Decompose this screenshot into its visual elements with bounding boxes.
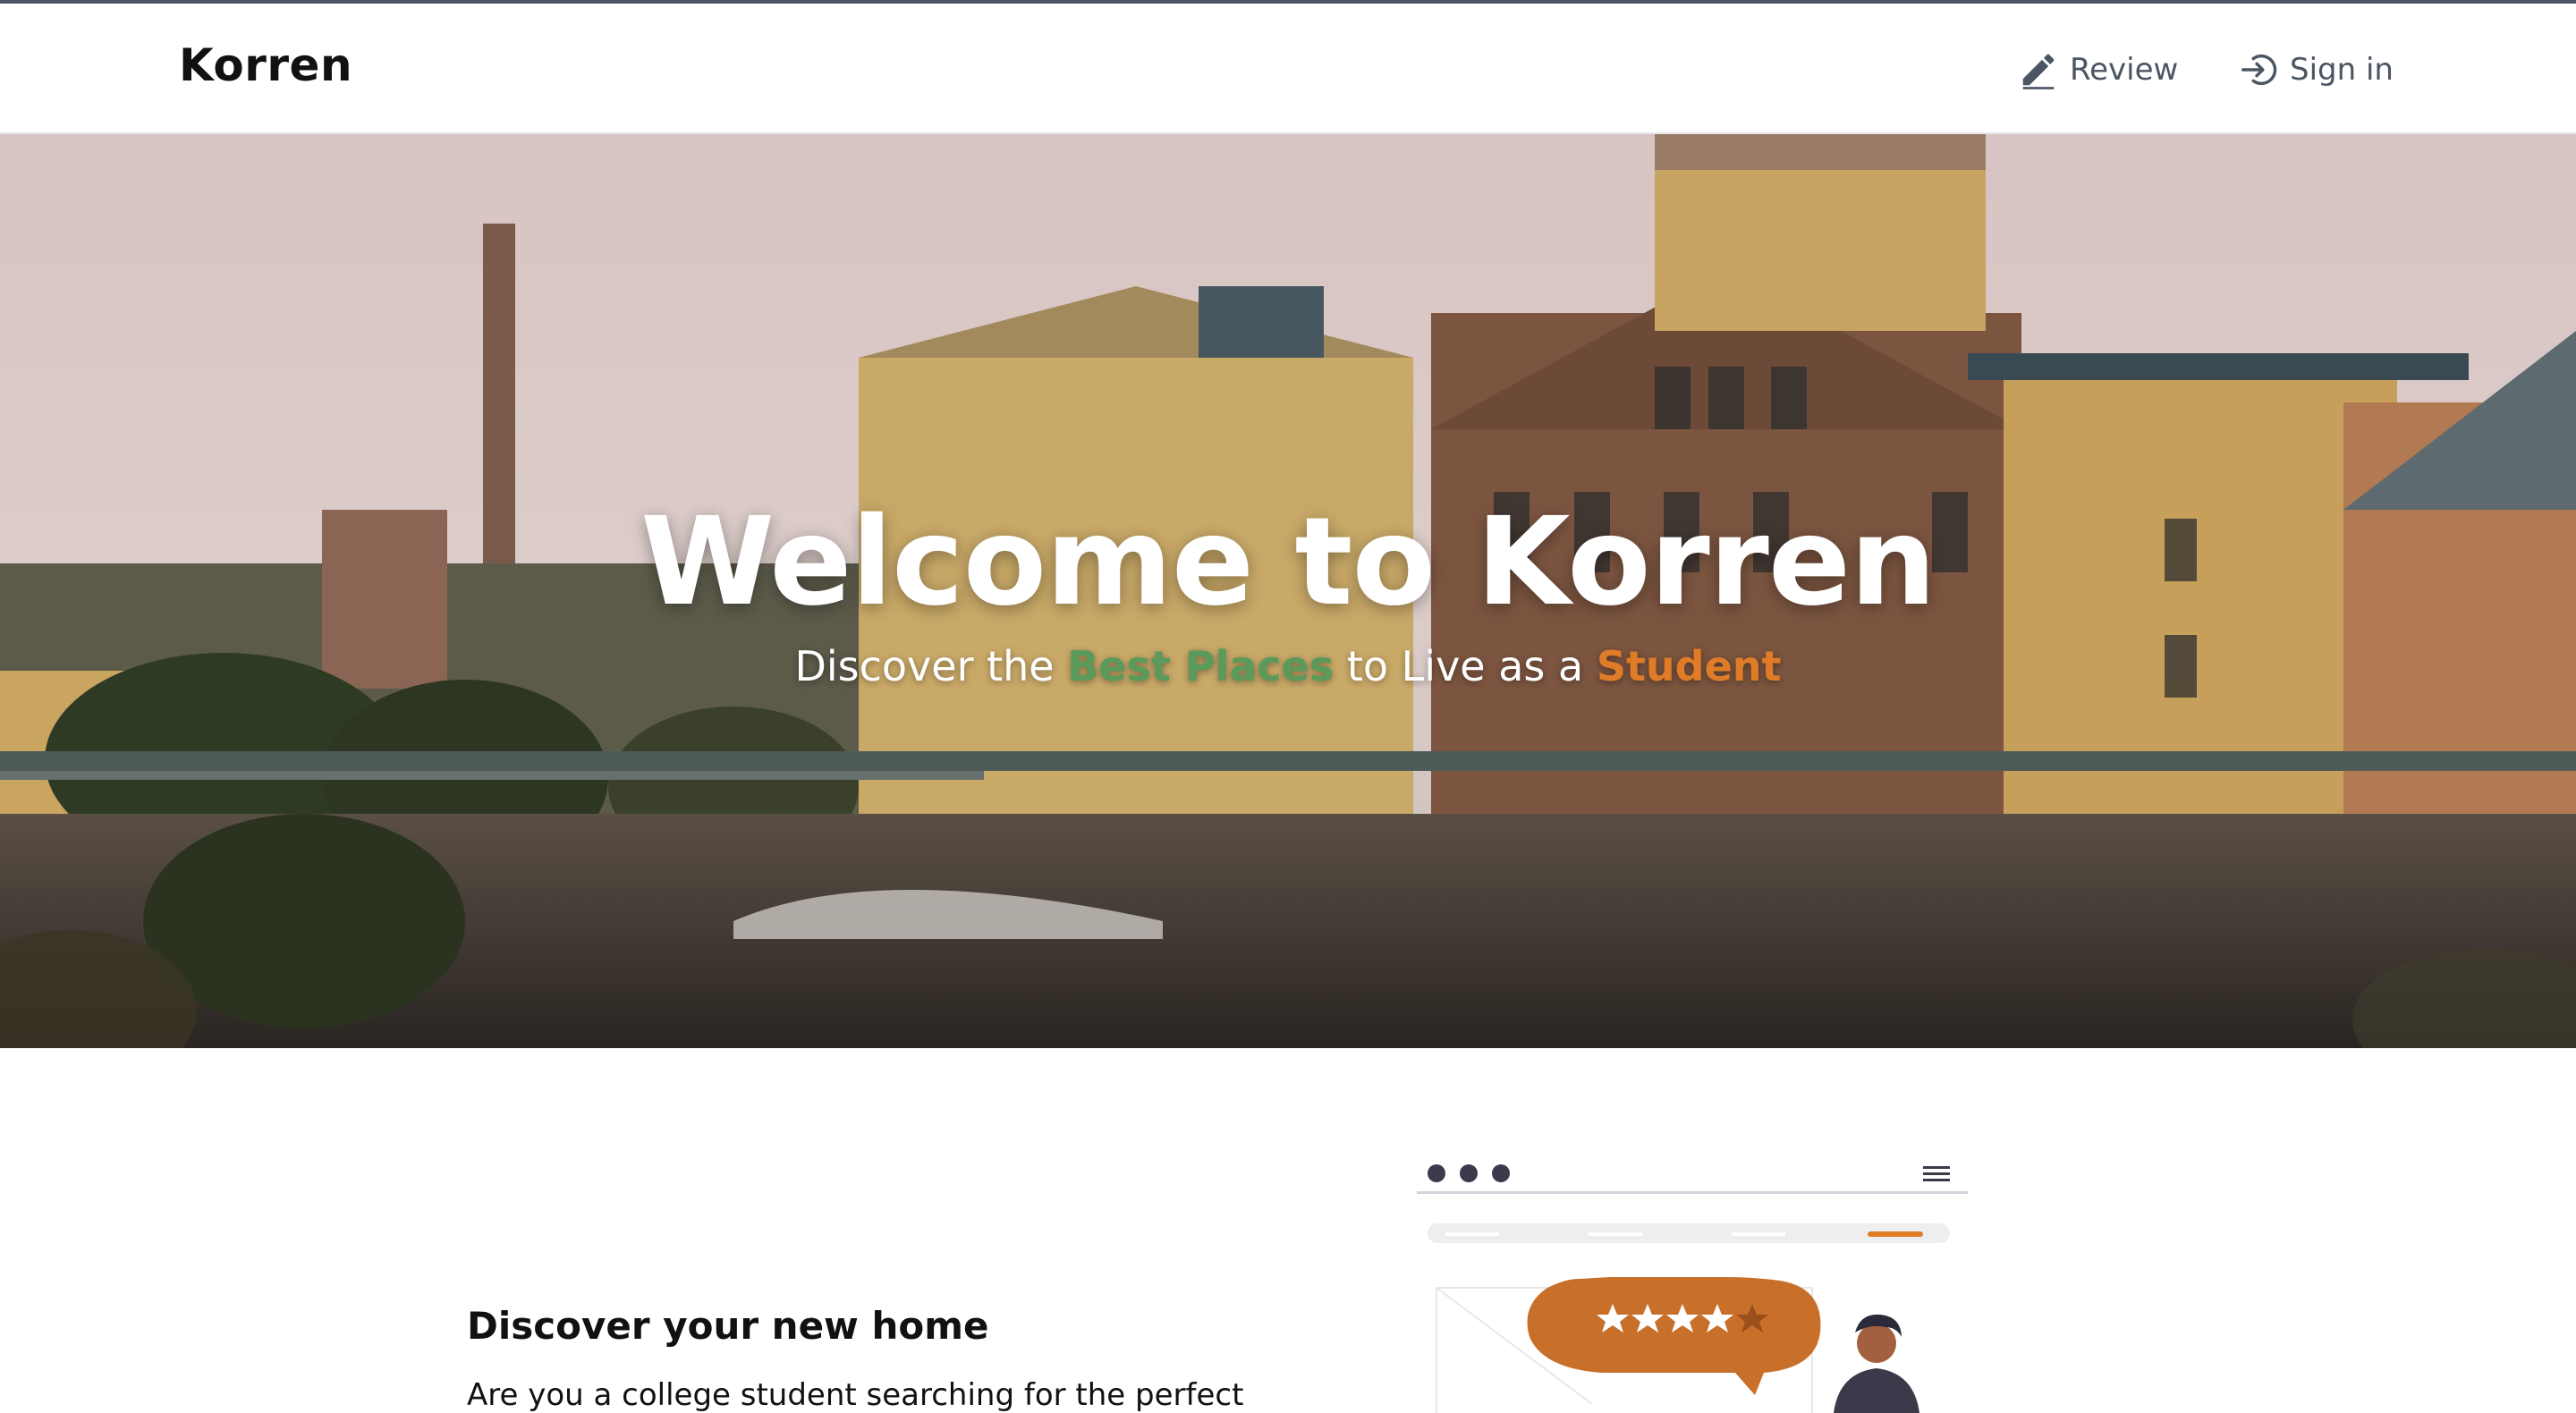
brand-logo[interactable]: Korren (179, 39, 352, 91)
section-title: Discover your new home (467, 1304, 989, 1348)
hero-highlight-best-places: Best Places (1067, 642, 1335, 690)
sign-in-icon (2241, 54, 2277, 86)
hero-subtitle-part2: to Live as a (1334, 642, 1597, 690)
hero-subtitle-part1: Discover the (794, 642, 1068, 690)
review-illustration (1417, 1164, 1968, 1413)
signin-link[interactable]: Sign in (2238, 45, 2394, 95)
section-text: Are you a college student searching for … (467, 1377, 1244, 1413)
window-dot-icon (1492, 1164, 1510, 1182)
window-dot-icon (1428, 1164, 1445, 1182)
review-link[interactable]: Review (2018, 45, 2178, 95)
hero-banner: Welcome to Korren Discover the Best Plac… (0, 134, 2576, 1048)
hero-highlight-student: Student (1596, 642, 1782, 690)
hero-subtitle: Discover the Best Places to Live as a St… (0, 642, 2576, 690)
window-dot-icon (1460, 1164, 1478, 1182)
review-label: Review (2070, 52, 2179, 88)
hero-title: Welcome to Korren (640, 492, 1936, 633)
menu-icon (1923, 1166, 1950, 1181)
site-header: Korren Review Sign in (0, 4, 2576, 134)
pencil-icon (2022, 54, 2055, 89)
signin-label: Sign in (2290, 52, 2394, 88)
